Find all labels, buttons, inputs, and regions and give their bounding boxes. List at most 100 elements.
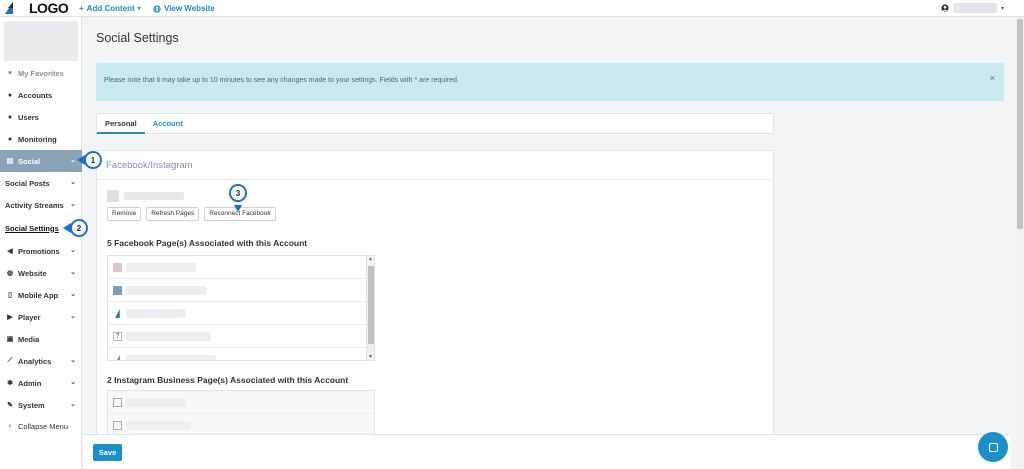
callout-1: 1 xyxy=(84,151,102,169)
list-item[interactable] xyxy=(108,279,374,302)
scroll-up-icon[interactable]: ▲ xyxy=(368,256,373,262)
save-button[interactable]: Save xyxy=(93,444,122,461)
facebook-pages-label: 5 Facebook Page(s) Associated with this … xyxy=(107,238,308,248)
remove-button[interactable]: Remove xyxy=(107,207,142,221)
chevron-down-icon: ⌄ xyxy=(70,401,76,408)
user-icon xyxy=(941,4,949,12)
callout-3: 3 xyxy=(229,184,247,202)
logo-mark-icon xyxy=(117,354,120,360)
chat-launcher-button[interactable] xyxy=(978,432,1008,462)
list-item[interactable] xyxy=(108,302,374,325)
sidebar-item-activity-streams[interactable]: Activity Streams ⌄ xyxy=(0,194,82,216)
scrollbar-thumb[interactable] xyxy=(1017,19,1023,229)
globe-icon: ◍ xyxy=(6,270,14,277)
user-name-redacted xyxy=(952,3,997,13)
chevron-down-icon: ⌄ xyxy=(70,201,76,208)
logo-mark-icon xyxy=(5,2,13,14)
page-name-redacted xyxy=(126,397,186,407)
list-item[interactable]: ? xyxy=(108,325,374,348)
sidebar-item-label: Users xyxy=(18,112,39,122)
sidebar-item-player[interactable]: ▶ Player ⌄ xyxy=(0,306,82,328)
sidebar-item-promotions[interactable]: ◀ Promotions ⌄ xyxy=(0,240,82,262)
list-item[interactable] xyxy=(108,256,374,279)
settings-tabs: Personal Account xyxy=(96,113,774,134)
facebook-instagram-panel: Facebook/Instagram Remove Refresh Pages … xyxy=(96,150,774,440)
question-mark-icon: ? xyxy=(113,331,122,341)
facebook-actions: Remove Refresh Pages Reconnect Facebook xyxy=(107,207,276,221)
page-scrollbar[interactable] xyxy=(1016,17,1024,469)
sidebar-item-label: System xyxy=(18,400,45,410)
page-title: Social Settings xyxy=(96,31,179,45)
refresh-pages-button[interactable]: Refresh Pages xyxy=(146,207,200,221)
close-icon[interactable]: × xyxy=(990,73,995,83)
sidebar-item-my-favorites[interactable]: ♥ My Favorites xyxy=(0,62,82,84)
info-notice: Please note that it may take up to 10 mi… xyxy=(96,63,1004,101)
broken-image-icon xyxy=(113,397,122,407)
sidebar-item-website[interactable]: ◍ Website ⌄ xyxy=(0,262,82,284)
sidebar-item-label: Social Settings xyxy=(5,223,59,233)
scrollbar-thumb[interactable] xyxy=(368,266,374,344)
facebook-pages-list[interactable]: ? ▲ ▼ xyxy=(107,255,375,361)
add-content-menu[interactable]: + Add Content ▾ xyxy=(79,4,141,13)
view-website-link[interactable]: View Website xyxy=(153,4,215,13)
megaphone-icon: ◀ xyxy=(7,248,13,255)
chevron-down-icon: ⌄ xyxy=(70,247,76,254)
page-name-redacted xyxy=(126,285,206,295)
collapse-menu-button[interactable]: ‹ Collapse Menu xyxy=(0,415,82,437)
page-name-redacted xyxy=(126,420,191,430)
sidebar-item-label: Promotions xyxy=(18,246,60,256)
sidebar-item-social[interactable]: ▤ Social ⌄ xyxy=(0,150,82,172)
list-item[interactable] xyxy=(108,348,374,360)
sidebar-item-label: Analytics xyxy=(18,356,52,366)
sidebar-item-users[interactable]: ● Users xyxy=(0,106,82,128)
phone-icon: ▯ xyxy=(8,292,12,299)
chevron-down-icon: ⌄ xyxy=(70,157,76,164)
scroll-down-icon[interactable]: ▼ xyxy=(368,354,373,360)
chevron-down-icon: ⌄ xyxy=(70,291,76,298)
sidebar-item-social-posts[interactable]: Social Posts ⌄ xyxy=(0,172,82,194)
sidebar-item-media[interactable]: ▣ Media xyxy=(0,328,82,350)
page-thumbnail-icon xyxy=(113,262,122,272)
notice-text: Please note that it may take up to 10 mi… xyxy=(104,77,459,84)
image-icon: ▣ xyxy=(6,336,14,343)
sidebar-item-mobile-app[interactable]: ▯ Mobile App ⌄ xyxy=(0,284,82,306)
chevron-down-icon: ⌄ xyxy=(70,379,76,386)
page-name-redacted xyxy=(126,308,186,318)
sidebar-item-admin[interactable]: ✱ Admin ⌄ xyxy=(0,372,82,394)
page-name-redacted xyxy=(126,262,196,272)
panel-title: Facebook/Instagram xyxy=(97,151,773,180)
user-name-redacted xyxy=(124,192,184,200)
list-item[interactable] xyxy=(108,391,374,414)
sidebar-item-monitoring[interactable]: ● Monitoring xyxy=(0,128,82,150)
chat-icon: ▤ xyxy=(6,158,14,165)
sidebar: ♥ My Favorites ● Accounts ● Users ● Moni… xyxy=(0,17,82,469)
globe-icon xyxy=(153,4,161,13)
logo[interactable]: LOGO xyxy=(29,0,69,16)
sidebar-item-label: My Favorites xyxy=(18,68,64,78)
instagram-pages-list[interactable] xyxy=(107,390,375,439)
chevron-down-icon: ⌄ xyxy=(70,179,76,186)
user-menu[interactable]: ▾ xyxy=(941,3,1004,13)
sidebar-item-label: Media xyxy=(18,334,40,344)
logo-mark-icon xyxy=(115,308,120,318)
chevron-down-icon: ▾ xyxy=(1000,5,1004,12)
top-bar: LOGO + Add Content ▾ View Website ▾ xyxy=(0,0,1024,17)
sidebar-item-accounts[interactable]: ● Accounts xyxy=(0,84,82,106)
sidebar-item-label: Player xyxy=(18,312,41,322)
tab-personal[interactable]: Personal xyxy=(97,114,145,134)
list-scrollbar[interactable]: ▲ ▼ xyxy=(366,256,374,360)
sidebar-item-label: Admin xyxy=(18,378,42,388)
sidebar-item-analytics[interactable]: ⟋ Analytics ⌄ xyxy=(0,350,82,372)
page-name-redacted xyxy=(126,331,211,341)
circle-dot-icon: ● xyxy=(7,91,13,99)
instagram-pages-label: 2 Instagram Business Page(s) Associated … xyxy=(107,375,349,385)
sidebar-item-label: Social Posts xyxy=(5,178,50,188)
tab-account[interactable]: Account xyxy=(145,114,191,134)
reconnect-facebook-button[interactable]: Reconnect Facebook xyxy=(204,207,276,221)
sidebar-item-label: Collapse Menu xyxy=(18,421,69,431)
chevron-left-icon: ‹ xyxy=(8,422,12,430)
account-switcher-redacted[interactable] xyxy=(4,21,78,61)
broken-image-icon xyxy=(113,420,122,430)
chevron-down-icon: ⌄ xyxy=(70,357,76,364)
sidebar-item-system[interactable]: ✎ System ⌄ xyxy=(0,394,82,416)
